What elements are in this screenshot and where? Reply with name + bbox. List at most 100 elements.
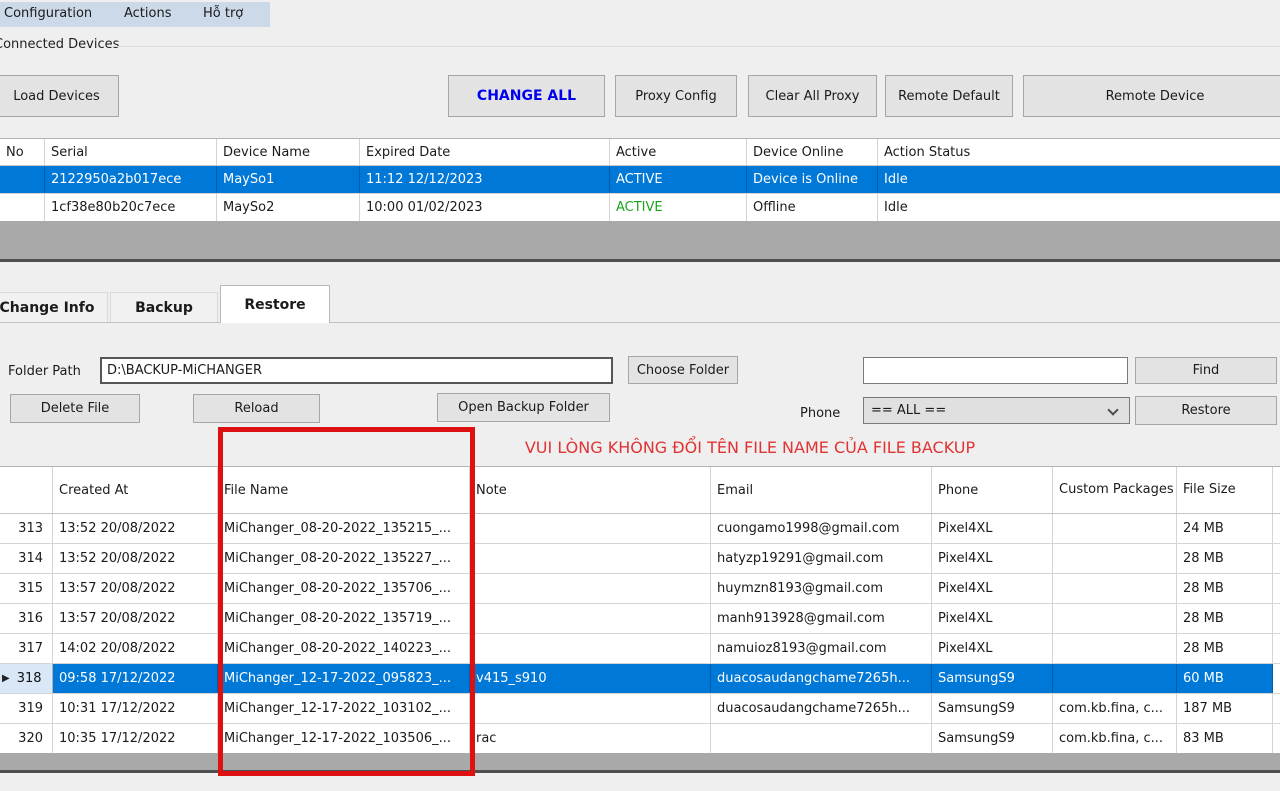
folder-path-input[interactable] bbox=[100, 357, 613, 384]
cell-row-number[interactable]: ▶ 318 bbox=[0, 664, 53, 693]
cell-created-at[interactable]: 10:35 17/12/2022 bbox=[53, 724, 218, 753]
tab-backup[interactable]: Backup bbox=[110, 292, 218, 322]
cell-phone[interactable]: Pixel4XL bbox=[932, 574, 1053, 603]
cell-row-number[interactable]: 319 bbox=[0, 694, 53, 723]
cell-note[interactable] bbox=[470, 604, 711, 633]
cell-file-name[interactable]: MiChanger_08-20-2022_135215_... bbox=[218, 514, 470, 543]
device-col-serial[interactable]: Serial bbox=[45, 139, 217, 165]
remote-default-button[interactable]: Remote Default bbox=[885, 75, 1013, 117]
device-row[interactable]: 1cf38e80b20c7ece MaySo2 10:00 01/02/2023… bbox=[0, 194, 1280, 222]
cell-file-name[interactable]: MiChanger_08-20-2022_140223_... bbox=[218, 634, 470, 663]
cell-email[interactable]: namuioz8193@gmail.com bbox=[711, 634, 932, 663]
backup-col-file-name[interactable]: File Name bbox=[218, 467, 470, 513]
cell-custom-packages[interactable] bbox=[1053, 604, 1177, 633]
cell-note[interactable] bbox=[470, 694, 711, 723]
cell-file-size[interactable]: 28 MB bbox=[1177, 574, 1273, 603]
cell-expired-date[interactable]: 10:00 01/02/2023 bbox=[360, 194, 610, 221]
cell-expired-date[interactable]: 11:12 12/12/2023 bbox=[360, 166, 610, 193]
cell-created-at[interactable]: 13:57 20/08/2022 bbox=[53, 574, 218, 603]
clear-all-proxy-button[interactable]: Clear All Proxy bbox=[748, 75, 877, 117]
cell-phone[interactable]: Pixel4XL bbox=[932, 634, 1053, 663]
proxy-config-button[interactable]: Proxy Config bbox=[615, 75, 737, 117]
cell-email[interactable]: duacosaudangchame7265h... bbox=[711, 664, 932, 693]
open-backup-folder-button[interactable]: Open Backup Folder bbox=[437, 393, 610, 422]
cell-created-at[interactable]: 14:02 20/08/2022 bbox=[53, 634, 218, 663]
cell-phone[interactable]: Pixel4XL bbox=[932, 514, 1053, 543]
cell-email[interactable]: manh913928@gmail.com bbox=[711, 604, 932, 633]
backup-row-selected[interactable]: ▶ 318 09:58 17/12/2022 MiChanger_12-17-2… bbox=[0, 664, 1280, 694]
menu-actions[interactable]: Actions bbox=[124, 6, 172, 21]
cell-device-name[interactable]: MaySo1 bbox=[217, 166, 360, 193]
cell-file-name[interactable]: MiChanger_08-20-2022_135706_... bbox=[218, 574, 470, 603]
backup-row[interactable]: 313 13:52 20/08/2022 MiChanger_08-20-202… bbox=[0, 514, 1280, 544]
device-row[interactable]: 2122950a2b017ece MaySo1 11:12 12/12/2023… bbox=[0, 166, 1280, 194]
cell-file-name[interactable]: MiChanger_08-20-2022_135719_... bbox=[218, 604, 470, 633]
backup-col-email[interactable]: Email bbox=[711, 467, 932, 513]
backup-row[interactable]: 320 10:35 17/12/2022 MiChanger_12-17-202… bbox=[0, 724, 1280, 754]
change-all-button[interactable]: CHANGE ALL bbox=[448, 75, 605, 117]
backup-col-created-at[interactable]: Created At bbox=[53, 467, 218, 513]
cell-note[interactable]: v415_s910 bbox=[470, 664, 711, 693]
load-devices-button[interactable]: Load Devices bbox=[0, 75, 119, 117]
cell-note[interactable] bbox=[470, 514, 711, 543]
cell-device-online[interactable]: Device is Online bbox=[747, 166, 878, 193]
cell-note[interactable]: rac bbox=[470, 724, 711, 753]
choose-folder-button[interactable]: Choose Folder bbox=[628, 356, 738, 384]
delete-file-button[interactable]: Delete File bbox=[10, 394, 140, 423]
cell-row-number[interactable]: 317 bbox=[0, 634, 53, 663]
cell-custom-packages[interactable] bbox=[1053, 664, 1177, 693]
phone-filter-dropdown[interactable]: == ALL == bbox=[863, 397, 1130, 424]
cell-serial[interactable]: 1cf38e80b20c7ece bbox=[45, 194, 217, 221]
cell-created-at[interactable]: 13:57 20/08/2022 bbox=[53, 604, 218, 633]
cell-active[interactable]: ACTIVE bbox=[610, 194, 747, 221]
backup-col-note[interactable]: Note bbox=[470, 467, 711, 513]
remote-device-button[interactable]: Remote Device bbox=[1023, 75, 1280, 117]
cell-file-size[interactable]: 28 MB bbox=[1177, 604, 1273, 633]
cell-phone[interactable]: SamsungS9 bbox=[932, 724, 1053, 753]
cell-no[interactable] bbox=[0, 194, 45, 221]
cell-file-name[interactable]: MiChanger_12-17-2022_103506_... bbox=[218, 724, 470, 753]
cell-row-number[interactable]: 313 bbox=[0, 514, 53, 543]
find-button[interactable]: Find bbox=[1135, 357, 1277, 384]
cell-file-name[interactable]: MiChanger_12-17-2022_095823_... bbox=[218, 664, 470, 693]
cell-file-name[interactable]: MiChanger_08-20-2022_135227_... bbox=[218, 544, 470, 573]
cell-file-size[interactable]: 60 MB bbox=[1177, 664, 1273, 693]
cell-row-number[interactable]: 314 bbox=[0, 544, 53, 573]
cell-device-name[interactable]: MaySo2 bbox=[217, 194, 360, 221]
cell-phone[interactable]: SamsungS9 bbox=[932, 664, 1053, 693]
restore-button[interactable]: Restore bbox=[1135, 396, 1277, 425]
cell-active[interactable]: ACTIVE bbox=[610, 166, 747, 193]
tab-restore[interactable]: Restore bbox=[220, 285, 330, 323]
menu-help[interactable]: Hỗ trợ bbox=[203, 6, 243, 21]
device-col-expired-date[interactable]: Expired Date bbox=[360, 139, 610, 165]
backup-row[interactable]: 314 13:52 20/08/2022 MiChanger_08-20-202… bbox=[0, 544, 1280, 574]
backup-row[interactable]: 317 14:02 20/08/2022 MiChanger_08-20-202… bbox=[0, 634, 1280, 664]
cell-custom-packages[interactable] bbox=[1053, 514, 1177, 543]
device-col-no[interactable]: No bbox=[0, 139, 45, 165]
menu-configuration[interactable]: Configuration bbox=[4, 6, 92, 21]
tab-change-info[interactable]: Change Info bbox=[0, 292, 108, 322]
cell-file-size[interactable]: 24 MB bbox=[1177, 514, 1273, 543]
cell-custom-packages[interactable] bbox=[1053, 544, 1177, 573]
backup-col-phone[interactable]: Phone bbox=[932, 467, 1053, 513]
backup-col-custom-packages[interactable]: Custom Packages bbox=[1053, 467, 1177, 513]
cell-custom-packages[interactable] bbox=[1053, 574, 1177, 603]
cell-phone[interactable]: SamsungS9 bbox=[932, 694, 1053, 723]
cell-device-online[interactable]: Offline bbox=[747, 194, 878, 221]
cell-created-at[interactable]: 09:58 17/12/2022 bbox=[53, 664, 218, 693]
reload-button[interactable]: Reload bbox=[193, 394, 320, 423]
cell-phone[interactable]: Pixel4XL bbox=[932, 604, 1053, 633]
cell-created-at[interactable]: 13:52 20/08/2022 bbox=[53, 544, 218, 573]
cell-note[interactable] bbox=[470, 634, 711, 663]
device-col-device-online[interactable]: Device Online bbox=[747, 139, 878, 165]
backup-row[interactable]: 316 13:57 20/08/2022 MiChanger_08-20-202… bbox=[0, 604, 1280, 634]
cell-email[interactable]: huymzn8193@gmail.com bbox=[711, 574, 932, 603]
backup-row[interactable]: 319 10:31 17/12/2022 MiChanger_12-17-202… bbox=[0, 694, 1280, 724]
cell-email[interactable]: hatyzp19291@gmail.com bbox=[711, 544, 932, 573]
cell-note[interactable] bbox=[470, 544, 711, 573]
cell-row-number[interactable]: 316 bbox=[0, 604, 53, 633]
cell-phone[interactable]: Pixel4XL bbox=[932, 544, 1053, 573]
cell-email[interactable] bbox=[711, 724, 932, 753]
cell-no[interactable] bbox=[0, 166, 45, 193]
cell-row-number[interactable]: 315 bbox=[0, 574, 53, 603]
